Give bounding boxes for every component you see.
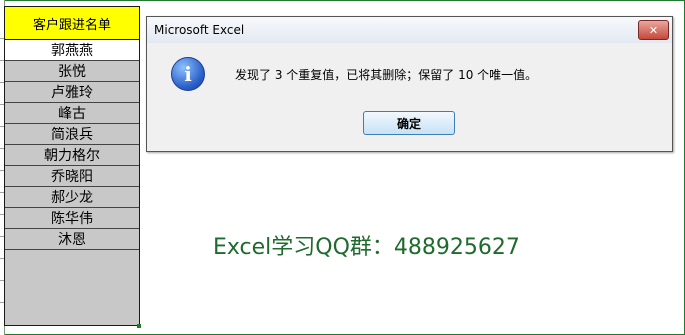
list-items: 郭燕燕 张悦 卢雅玲 峰古 简浪兵 朝力格尔 乔晓阳 郝少龙 陈华伟 沐恩 — [5, 40, 139, 250]
dialog-body: i 发现了 3 个重复值，已将其删除；保留了 10 个唯一值。 确定 — [147, 43, 672, 151]
customer-list: 客户跟进名单 郭燕燕 张悦 卢雅玲 峰古 简浪兵 朝力格尔 乔晓阳 郝少龙 陈华伟 沐恩 — [4, 6, 140, 326]
dialog-message: 发现了 3 个重复值，已将其删除；保留了 10 个唯一值。 — [235, 68, 538, 82]
list-item[interactable]: 沐恩 — [5, 229, 139, 250]
list-item[interactable]: 峰古 — [5, 103, 139, 124]
list-item[interactable]: 简浪兵 — [5, 124, 139, 145]
fill-handle[interactable] — [137, 324, 141, 328]
close-button[interactable]: ✕ — [638, 20, 669, 40]
message-dialog: Microsoft Excel ✕ i 发现了 3 个重复值，已将其删除；保留了… — [146, 16, 673, 152]
list-item[interactable]: 郭燕燕 — [5, 40, 139, 61]
list-header[interactable]: 客户跟进名单 — [5, 7, 139, 40]
ok-button[interactable]: 确定 — [363, 111, 455, 135]
info-icon: i — [171, 57, 205, 91]
list-item[interactable]: 张悦 — [5, 61, 139, 82]
promo-text: Excel学习QQ群：488925627 — [213, 235, 520, 260]
list-item[interactable]: 乔晓阳 — [5, 166, 139, 187]
list-item[interactable]: 卢雅玲 — [5, 82, 139, 103]
list-item[interactable]: 郝少龙 — [5, 187, 139, 208]
list-item[interactable]: 朝力格尔 — [5, 145, 139, 166]
dialog-title: Microsoft Excel — [147, 17, 672, 43]
list-item[interactable]: 陈华伟 — [5, 208, 139, 229]
